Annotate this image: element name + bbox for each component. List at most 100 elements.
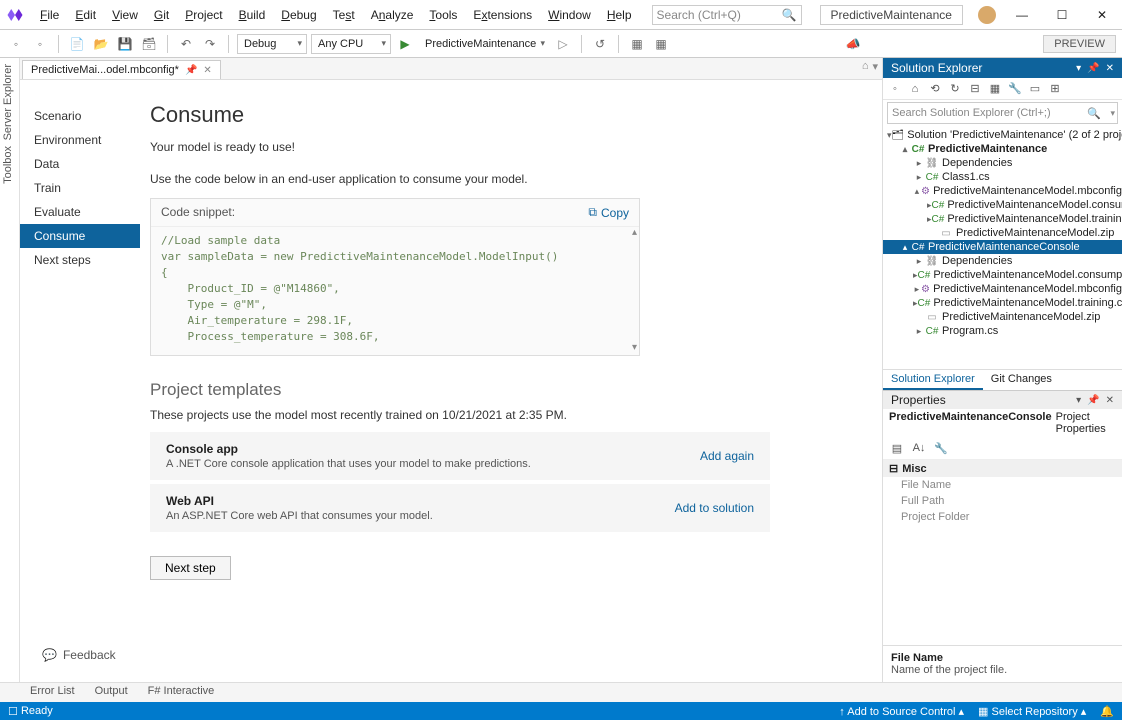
sidebar-item-next-steps[interactable]: Next steps — [20, 248, 140, 272]
solution-root[interactable]: ▾🗂Solution 'PredictiveMaintenance' (2 of… — [883, 128, 1122, 142]
start-target-dropdown[interactable]: PredictiveMaintenance — [419, 34, 549, 54]
toolbox-tab[interactable]: Toolbox — [2, 146, 17, 184]
undo-button[interactable]: ↶ — [176, 34, 196, 54]
server-explorer-tab[interactable]: Server Explorer — [2, 64, 17, 140]
menu-edit[interactable]: Edit — [67, 4, 104, 26]
tree-item-cs[interactable]: ▸C#PredictiveMaintenanceModel.consumptio… — [883, 268, 1122, 282]
forward-button[interactable]: ◦ — [30, 34, 50, 54]
menu-test[interactable]: Test — [325, 4, 363, 26]
menu-debug[interactable]: Debug — [273, 4, 324, 26]
alpha-icon[interactable]: A↓ — [911, 440, 927, 456]
step-button[interactable]: ↺ — [590, 34, 610, 54]
dropdown-icon[interactable]: ⌂ — [862, 60, 869, 73]
menu-help[interactable]: Help — [599, 4, 640, 26]
properties-object[interactable]: PredictiveMaintenanceConsole Project Pro… — [883, 409, 1122, 437]
close-pane-icon[interactable]: ✕ — [1106, 395, 1114, 406]
config-dropdown[interactable]: Debug — [237, 34, 307, 54]
tab-error-list[interactable]: Error List — [20, 683, 85, 701]
document-tab[interactable]: PredictiveMai...odel.mbconfig* 📌 ✕ — [22, 60, 221, 79]
preview-icon[interactable]: ▭ — [1027, 81, 1043, 97]
add-again-link[interactable]: Add again — [700, 449, 754, 463]
sidebar-item-evaluate[interactable]: Evaluate — [20, 200, 140, 224]
maximize-button[interactable]: ☐ — [1048, 5, 1076, 25]
scroll-up-icon[interactable]: ▴ — [632, 227, 637, 238]
menu-build[interactable]: Build — [231, 4, 274, 26]
tab-solution-explorer[interactable]: Solution Explorer — [883, 370, 983, 390]
notifications-icon[interactable]: 🔔 — [1100, 705, 1114, 718]
prop-row[interactable]: File Name — [883, 477, 1122, 493]
sync-icon[interactable]: ⟲ — [927, 81, 943, 97]
save-all-button[interactable]: 🗃 — [139, 34, 159, 54]
select-repository[interactable]: ▦ Select Repository ▴ — [978, 705, 1086, 718]
properties-category[interactable]: ⊟Misc — [883, 460, 1122, 477]
tree-item-cs[interactable]: ▸C#PredictiveMaintenanceModel.training.c… — [883, 296, 1122, 310]
add-to-solution-link[interactable]: Add to solution — [675, 501, 754, 515]
back-icon[interactable]: ◦ — [887, 81, 903, 97]
close-button[interactable]: ✕ — [1088, 5, 1116, 25]
menu-project[interactable]: Project — [177, 4, 230, 26]
sidebar-item-environment[interactable]: Environment — [20, 128, 140, 152]
menu-extensions[interactable]: Extensions — [465, 4, 540, 26]
pin-icon[interactable]: 📌 — [185, 65, 197, 76]
tree-item-cs[interactable]: ▸C#PredictiveMaintenanceModel.consumptio… — [883, 198, 1122, 212]
refresh-icon[interactable]: ↻ — [947, 81, 963, 97]
save-button[interactable]: 💾 — [115, 34, 135, 54]
dropdown-icon[interactable]: ▾ — [1076, 395, 1081, 406]
tree-item-mbconfig[interactable]: ▸⚙PredictiveMaintenanceModel.mbconfig — [883, 282, 1122, 296]
dropdown-icon[interactable]: ▾ — [1110, 108, 1115, 119]
menu-git[interactable]: Git — [146, 4, 177, 26]
properties-icon[interactable]: 🔧 — [1007, 81, 1023, 97]
user-avatar-icon[interactable] — [978, 6, 996, 24]
tab-fsharp-interactive[interactable]: F# Interactive — [138, 683, 225, 701]
solution-explorer-search[interactable]: Search Solution Explorer (Ctrl+;) 🔍 ▾ — [887, 102, 1118, 124]
feedback-link[interactable]: 💬 Feedback — [42, 648, 116, 662]
tree-item-cs[interactable]: ▸C#Program.cs — [883, 324, 1122, 338]
pin-icon[interactable]: 📌 — [1087, 395, 1099, 406]
tab-git-changes[interactable]: Git Changes — [983, 370, 1060, 390]
copy-button[interactable]: ⧉ Copy — [588, 205, 629, 220]
tool-button-2[interactable]: ▦ — [651, 34, 671, 54]
new-item-button[interactable]: 📄 — [67, 34, 87, 54]
view-icon[interactable]: ⊞ — [1047, 81, 1063, 97]
tree-item-deps[interactable]: ▸⛓Dependencies — [883, 254, 1122, 268]
code-body[interactable]: //Load sample data var sampleData = new … — [151, 227, 639, 355]
tree-item-mbconfig[interactable]: ▴⚙PredictiveMaintenanceModel.mbconfig — [883, 184, 1122, 198]
tree-item-zip[interactable]: ▭PredictiveMaintenanceModel.zip — [883, 226, 1122, 240]
project-node[interactable]: ▴C#PredictiveMaintenance — [883, 142, 1122, 156]
tree-item-cs[interactable]: ▸C#PredictiveMaintenanceModel.training.c… — [883, 212, 1122, 226]
search-box[interactable]: Search (Ctrl+Q) 🔍 — [652, 5, 802, 25]
menu-analyze[interactable]: Analyze — [363, 4, 422, 26]
menu-tools[interactable]: Tools — [421, 4, 465, 26]
redo-button[interactable]: ↷ — [200, 34, 220, 54]
collapse-icon[interactable]: ⊟ — [967, 81, 983, 97]
open-button[interactable]: 📂 — [91, 34, 111, 54]
prop-row[interactable]: Project Folder — [883, 509, 1122, 525]
start-debug-icon[interactable]: ▶ — [395, 34, 415, 54]
next-step-button[interactable]: Next step — [150, 556, 231, 580]
tab-output[interactable]: Output — [85, 683, 138, 701]
close-tab-icon[interactable]: ✕ — [203, 65, 211, 76]
scroll-down-icon[interactable]: ▾ — [632, 342, 637, 353]
minimize-button[interactable]: — — [1008, 5, 1036, 25]
add-source-control[interactable]: ↑ Add to Source Control ▴ — [839, 705, 964, 718]
pin-icon[interactable]: 📌 — [1087, 63, 1099, 74]
sidebar-item-train[interactable]: Train — [20, 176, 140, 200]
sidebar-item-consume[interactable]: Consume — [20, 224, 140, 248]
prop-row[interactable]: Full Path — [883, 493, 1122, 509]
preview-button[interactable]: PREVIEW — [1043, 35, 1116, 53]
back-button[interactable]: ◦ — [6, 34, 26, 54]
categorized-icon[interactable]: ▤ — [889, 440, 905, 456]
platform-dropdown[interactable]: Any CPU — [311, 34, 391, 54]
close-pane-icon[interactable]: ✕ — [1106, 63, 1114, 74]
wrench-icon[interactable]: 🔧 — [933, 440, 949, 456]
sidebar-item-scenario[interactable]: Scenario — [20, 104, 140, 128]
start-without-debug-icon[interactable]: ▷ — [553, 34, 573, 54]
dropdown-icon-2[interactable]: ▾ — [872, 60, 878, 73]
project-node-selected[interactable]: ▴C#PredictiveMaintenanceConsole — [883, 240, 1122, 254]
sidebar-item-data[interactable]: Data — [20, 152, 140, 176]
feedback-icon[interactable]: 📣 — [846, 37, 861, 51]
menu-view[interactable]: View — [104, 4, 146, 26]
menu-window[interactable]: Window — [540, 4, 599, 26]
tool-button[interactable]: ▦ — [627, 34, 647, 54]
home-icon[interactable]: ⌂ — [907, 81, 923, 97]
